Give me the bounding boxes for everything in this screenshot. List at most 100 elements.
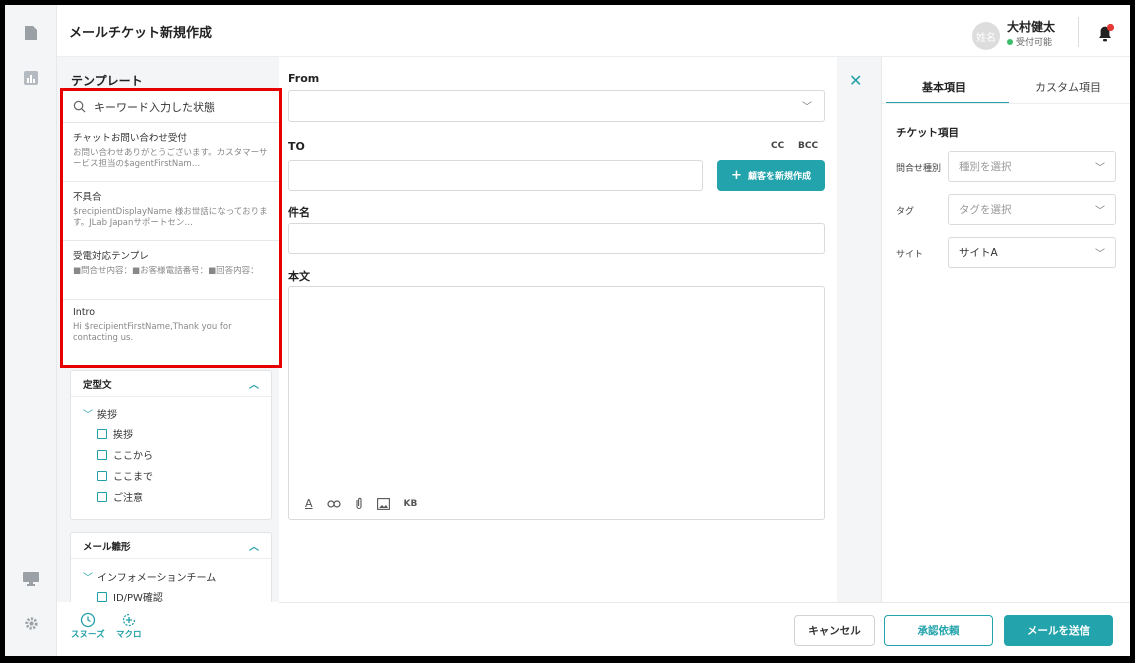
template-item[interactable]: Intro Hi $recipientFirstName,Thank you f… [63, 300, 279, 359]
collapse-strip [837, 57, 881, 602]
chevron-down-icon: ﹀ [83, 409, 93, 421]
template-item[interactable]: チャットお問い合わせ受付 お問い合わせありがとうございます。カスタマーサービス担… [63, 123, 279, 182]
template-doc-icon [97, 449, 107, 460]
text-format-icon[interactable]: A [305, 497, 313, 510]
inquiry-type-label: 問合せ種別 [896, 164, 942, 174]
monitor-icon[interactable] [21, 569, 41, 589]
inquiry-type-value: 種別を選択 [959, 161, 1012, 173]
chevron-up-icon[interactable]: ︿ [249, 376, 259, 391]
to-input[interactable] [288, 160, 703, 191]
document-icon[interactable] [21, 23, 41, 43]
chevron-down-icon: ﹀ [1095, 163, 1105, 174]
subject-input[interactable] [288, 223, 825, 254]
template-item-body: $recipientDisplayName 様お世話になっております。JLab … [73, 207, 268, 229]
add-customer-button[interactable]: + 顧客を新規作成 [717, 160, 825, 191]
template-item-body: ■問合せ内容：■お客様電話番号：■回答内容： [73, 266, 259, 276]
approval-request-button[interactable]: 承認依頼 [884, 615, 993, 646]
template-search-input[interactable]: キーワード入力した状態 [63, 91, 279, 123]
site-value: サイトA [959, 247, 998, 259]
tree-group-label: 挨拶 [97, 409, 117, 421]
bcc-toggle[interactable]: BCC [798, 141, 818, 151]
tree-leaf[interactable]: ご注意 [83, 486, 259, 507]
link-icon[interactable] [326, 499, 341, 509]
tab-custom[interactable]: カスタム項目 [1035, 79, 1101, 95]
tree-leaf[interactable]: ここまで [83, 465, 259, 486]
footer: キャンセル 承認依頼 メールを送信 [279, 602, 1130, 656]
tree-leaf-label: ここから [113, 451, 153, 462]
add-customer-label: 顧客を新規作成 [747, 172, 811, 182]
send-mail-button[interactable]: メールを送信 [1004, 615, 1113, 646]
app-window: メールチケット新規作成 姓名 大村健太 受付可能 テンプレート キーワード入力し… [5, 5, 1130, 656]
tab-divider [882, 103, 1130, 104]
from-label: From [288, 72, 320, 85]
gear-icon[interactable] [21, 613, 41, 633]
chevron-up-icon[interactable]: ︿ [249, 538, 259, 553]
cc-toggle[interactable]: CC [771, 141, 784, 151]
analytics-icon[interactable] [21, 68, 41, 88]
template-item[interactable]: 不具合 $recipientDisplayName 様お世話になっております。J… [63, 182, 279, 241]
mail-forms-heading: メール雛形 [83, 541, 131, 553]
fixed-phrases-header[interactable]: 定型文 ︿ [71, 371, 271, 397]
right-panel: 基本項目 カスタム項目 チケット項目 問合せ種別 種別を選択 ﹀ タグ タグを選… [881, 57, 1130, 602]
tag-select[interactable]: タグを選択 ﹀ [948, 194, 1116, 225]
tree-leaf-label: ご注意 [113, 493, 143, 504]
chevron-down-icon: ﹀ [1095, 249, 1105, 260]
plus-icon: + [731, 168, 742, 183]
fixed-phrases-panel: 定型文 ︿ ﹀ 挨拶 挨拶 ここから ここまで ご注意 [70, 370, 272, 520]
subject-label: 件名 [288, 206, 310, 219]
snooze-label: スヌーズ [71, 630, 105, 640]
template-search-panel: キーワード入力した状態 チャットお問い合わせ受付 お問い合わせありがとうございま… [60, 88, 282, 368]
tag-value: タグを選択 [959, 204, 1012, 216]
template-item-body: Hi $recipientFirstName,Thank you for con… [73, 322, 232, 344]
chevron-down-icon: ﹀ [83, 572, 93, 584]
tree-leaf-label: 挨拶 [113, 430, 133, 441]
tree-group-label: インフォメーションチーム [97, 572, 217, 584]
cancel-button[interactable]: キャンセル [794, 615, 875, 646]
tree-group[interactable]: ﹀ 挨拶 [83, 403, 259, 423]
editor-toolbar: A KB [305, 497, 417, 510]
mail-forms-header[interactable]: メール雛形 ︿ [71, 533, 271, 559]
bell-icon[interactable] [1093, 21, 1117, 45]
template-doc-icon [97, 470, 107, 481]
macro-label: マクロ [116, 630, 142, 640]
user-name: 大村健太 [1007, 20, 1056, 34]
body-editor[interactable] [288, 286, 825, 520]
avatar[interactable]: 姓名 [972, 22, 1000, 50]
macro-button[interactable]: マクロ [116, 612, 142, 640]
kb-button[interactable]: KB [404, 499, 418, 509]
chevron-down-icon: ﹀ [802, 102, 812, 113]
tree-leaf[interactable]: 挨拶 [83, 423, 259, 444]
header: メールチケット新規作成 姓名 大村健太 受付可能 [57, 5, 1130, 57]
tag-label: タグ [896, 207, 915, 217]
macro-icon [122, 613, 135, 627]
fixed-phrases-tree: ﹀ 挨拶 挨拶 ここから ここまで ご注意 [71, 397, 271, 513]
chevron-down-icon: ﹀ [1095, 206, 1105, 217]
tree-group[interactable]: ﹀ インフォメーションチーム [83, 566, 259, 586]
template-doc-icon [97, 491, 107, 502]
paperclip-icon[interactable] [355, 497, 363, 510]
template-heading: テンプレート [71, 74, 143, 88]
template-doc-icon [97, 428, 107, 439]
fixed-phrases-heading: 定型文 [83, 379, 112, 391]
tree-leaf[interactable]: ここから [83, 444, 259, 465]
template-item-title: 不具合 [73, 192, 102, 203]
ticket-section-title: チケット項目 [896, 127, 959, 139]
template-item[interactable]: 受電対応テンプレ ■問合せ内容：■お客様電話番号：■回答内容： [63, 241, 279, 300]
mail-forms-tree: ﹀ インフォメーションチーム ID/PW確認 [71, 559, 271, 603]
user-status: 受付可能 [1007, 35, 1052, 48]
tab-basic[interactable]: 基本項目 [922, 79, 966, 95]
inquiry-type-select[interactable]: 種別を選択 ﹀ [948, 151, 1116, 182]
tree-leaf[interactable]: ID/PW確認 [83, 586, 259, 602]
mail-forms-panel: メール雛形 ︿ ﹀ インフォメーションチーム ID/PW確認 [70, 532, 272, 602]
snooze-button[interactable]: スヌーズ [71, 612, 105, 640]
template-item-title: 受電対応テンプレ [73, 251, 149, 262]
search-value: キーワード入力した状態 [94, 100, 215, 114]
page-title: メールチケット新規作成 [69, 26, 213, 41]
bottom-tools: スヌーズ マクロ [57, 602, 279, 656]
site-select[interactable]: サイトA ﹀ [948, 237, 1116, 268]
user-status-text: 受付可能 [1016, 38, 1053, 48]
site-label: サイト [896, 250, 924, 260]
close-icon[interactable]: ✕ [849, 71, 862, 90]
from-select[interactable]: ﹀ [288, 90, 825, 122]
image-icon[interactable] [376, 497, 390, 510]
